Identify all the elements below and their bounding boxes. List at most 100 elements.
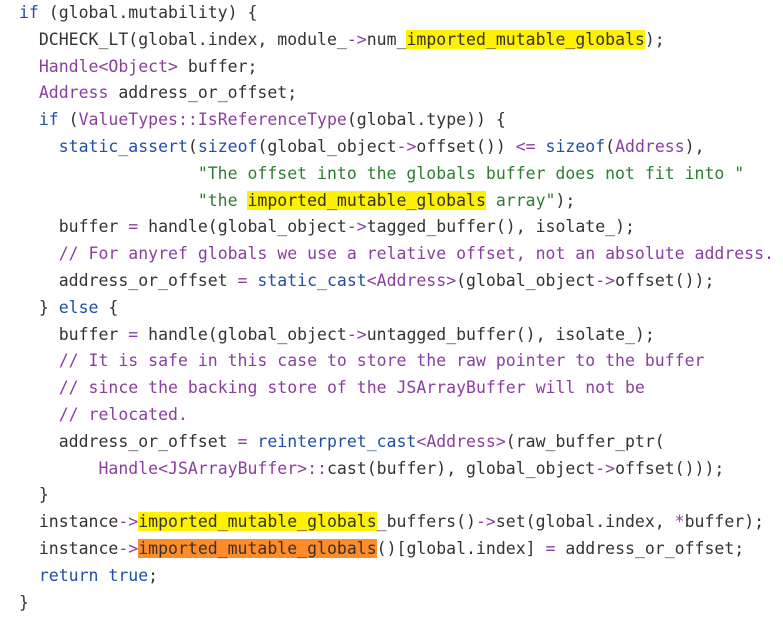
- code-token: address_or_offset: [19, 271, 238, 290]
- code-token: address_or_offset;: [555, 539, 745, 558]
- code-token: );: [644, 29, 665, 49]
- code-token: >: [446, 271, 457, 290]
- code-token: IsReferenceType: [197, 110, 347, 130]
- highlighted-token: imported_mutable_globals: [406, 29, 645, 49]
- code-line: // It is safe in this case to store the …: [19, 348, 705, 375]
- code-token: ->: [118, 539, 139, 558]
- code-token: array": [485, 190, 556, 210]
- code-line: }: [19, 482, 49, 509]
- code-token: Address: [426, 431, 496, 451]
- code-token: <: [366, 271, 377, 290]
- code-token: (raw_buffer_ptr(: [505, 431, 665, 451]
- code-line: static_assert(sizeof(global_object->offs…: [19, 134, 705, 161]
- code-token: Address: [38, 83, 109, 103]
- code-token: sizeof: [197, 137, 258, 156]
- code-token: =: [128, 324, 139, 344]
- code-line: instance -> imported_mutable_globals_buffe…: [19, 509, 764, 536]
- code-token: true: [108, 565, 149, 585]
- code-token: address_or_offset;: [108, 83, 298, 103]
- highlighted-token: imported_mutable_globals: [247, 190, 486, 210]
- code-token: handle(global_object: [138, 217, 347, 237]
- code-token: else: [58, 297, 99, 317]
- code-line: address_or_offset = static_cast<Address>…: [19, 268, 715, 295]
- code-token: offset());: [615, 271, 715, 290]
- code-token: Handle: [38, 56, 99, 76]
- code-token: tagged_buffer(), isolate_);: [366, 217, 635, 237]
- code-line: }: [19, 590, 29, 617]
- code-token: ->: [346, 217, 367, 237]
- highlighted-token: imported_mutable_globals: [138, 539, 377, 558]
- code-line: Address address_or_offset;: [19, 80, 297, 107]
- code-token: DCHECK_LT(global.index, module_: [19, 29, 347, 49]
- code-token: // It is safe in this case to store the …: [58, 351, 705, 371]
- code-token: (: [605, 137, 616, 156]
- code-token: return: [38, 565, 99, 585]
- code-token: // relocated.: [58, 405, 188, 424]
- code-token: sizeof: [545, 137, 606, 156]
- code-token: <=: [515, 137, 536, 156]
- highlighted-token: imported_mutable_globals: [138, 512, 377, 532]
- code-token: }: [19, 297, 59, 317]
- code-line: if (ValueTypes::IsReferenceType(global.t…: [19, 107, 506, 134]
- code-token: {: [98, 297, 119, 317]
- code-token: buffer;: [177, 56, 258, 76]
- code-token: <: [416, 431, 427, 451]
- code-line: buffer = handle(global_object->tagged_bu…: [19, 214, 635, 241]
- code-token: ::: [177, 110, 198, 130]
- code-token: Address: [376, 271, 447, 290]
- code-token: ;: [148, 565, 159, 585]
- code-token: _buffers(): [376, 512, 476, 532]
- code-token: =: [128, 217, 139, 237]
- code-token: ->: [475, 512, 496, 532]
- code-token: (global.type)) {: [346, 110, 506, 130]
- code-token: );: [555, 190, 576, 210]
- code-token: }: [19, 485, 49, 505]
- code-token: >: [495, 431, 506, 451]
- code-token: instance: [19, 512, 119, 532]
- code-token: buffer: [19, 217, 129, 237]
- code-token: (global.mutability) {: [38, 3, 258, 22]
- code-token: buffer);: [684, 512, 765, 532]
- code-token: (global_object: [257, 137, 397, 156]
- code-line: if (global.mutability) {: [19, 0, 257, 27]
- code-token: JSArrayBuffer: [168, 458, 298, 478]
- code-line: Handle<Object> buffer;: [19, 54, 258, 81]
- code-token: cast(buffer), global_object: [326, 458, 596, 478]
- code-token: ->: [346, 29, 367, 49]
- code-line: // relocated.: [19, 402, 188, 429]
- code-viewer: if (global.mutability) { DCHECK_LT(globa…: [0, 0, 783, 625]
- code-line: // For anyref globals we use a relative …: [19, 241, 774, 268]
- code-token: >: [297, 458, 308, 478]
- code-line: DCHECK_LT(global.index, module_->num_imp…: [19, 27, 665, 54]
- code-token: reinterpret_cast: [257, 431, 417, 451]
- code-token: set(global.index,: [495, 512, 675, 532]
- code-line: "The offset into the globals buffer does…: [19, 161, 744, 188]
- code-token: ->: [595, 271, 616, 290]
- code-token: static_assert: [58, 137, 188, 156]
- code-token: ->: [595, 458, 616, 478]
- code-token: =: [545, 539, 556, 558]
- code-token: "The offset into the globals buffer does…: [197, 163, 745, 183]
- code-token: "the: [197, 190, 248, 210]
- code-token: (global_object: [456, 271, 596, 290]
- code-token: buffer: [19, 324, 129, 344]
- code-token: untagged_buffer(), isolate_);: [366, 324, 655, 344]
- code-line: // since the backing store of the JSArra…: [19, 375, 645, 402]
- code-token: }: [19, 592, 29, 612]
- code-token: <: [158, 458, 169, 478]
- code-token: num_: [366, 29, 407, 49]
